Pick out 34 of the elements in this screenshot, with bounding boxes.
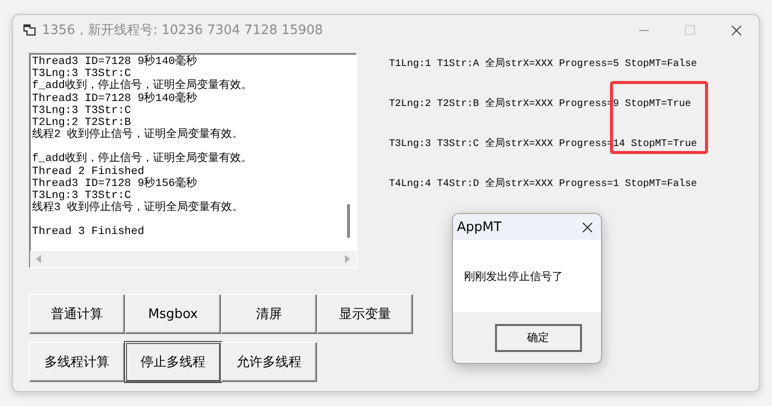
scrollbar-thumb[interactable] [347,204,350,238]
close-icon[interactable] [730,24,742,36]
command-button[interactable]: Msgbox [125,294,221,334]
log-line: Thread 2 Finished [32,166,144,178]
scroll-left-icon[interactable] [36,255,41,263]
window-title: 1356，新开线程号: 10236 7304 7128 15908 [42,22,324,39]
log-line: Thread3 ID=7128 9秒156毫秒 [32,178,198,190]
status-line: T4Lng:4 T4Str:D 全局strX=XXX Progress=1 StopMT=False [389,178,698,191]
command-button[interactable]: 允许多线程 [221,342,317,382]
log-line: T2Lng:2 T2Str:B [32,117,132,130]
command-button[interactable]: 多线程计算 [29,342,125,382]
maximize-icon[interactable] [685,25,695,35]
log-line: Thread3 ID=7128 9秒140毫秒 [32,92,198,105]
log-line: Thread3 ID=7128 9秒140毫秒 [32,56,198,68]
log-line: T3Lng:3 T3Str:C [32,104,132,118]
log-textbox[interactable] [29,53,357,268]
log-line: 线程2 收到停止信号，证明全局变量有效。 [32,129,244,142]
command-button[interactable]: 显示变量 [317,294,413,334]
command-button[interactable]: 停止多线程 [125,342,221,382]
app-icon [23,24,36,36]
dialog-message: 刚刚发出停止信号了 [464,268,563,284]
command-button[interactable]: 清屏 [221,294,317,334]
log-line: Thread 3 Finished [32,226,146,239]
log-line: f_add收到，停止信号，证明全局变量有效。 [32,153,254,166]
dialog-title: AppMT [457,220,502,234]
close-icon[interactable] [582,222,593,232]
log-line: f_add收到，停止信号，证明全局变量有效。 [32,80,254,92]
scroll-right-icon[interactable] [345,255,350,263]
ok-button[interactable]: 确定 [494,324,582,352]
log-line: T3Lng:3 T3Str:C [32,68,132,80]
command-button[interactable]: 普通计算 [29,294,125,334]
log-line: 线程3 收到停止信号，证明全局变量有效。 [32,202,244,214]
status-line: T1Lng:1 T1Str:A 全局strX=XXX Progress=5 StopMT=False [389,58,698,71]
log-line: T3Lng:3 T3Str:C [32,190,132,202]
